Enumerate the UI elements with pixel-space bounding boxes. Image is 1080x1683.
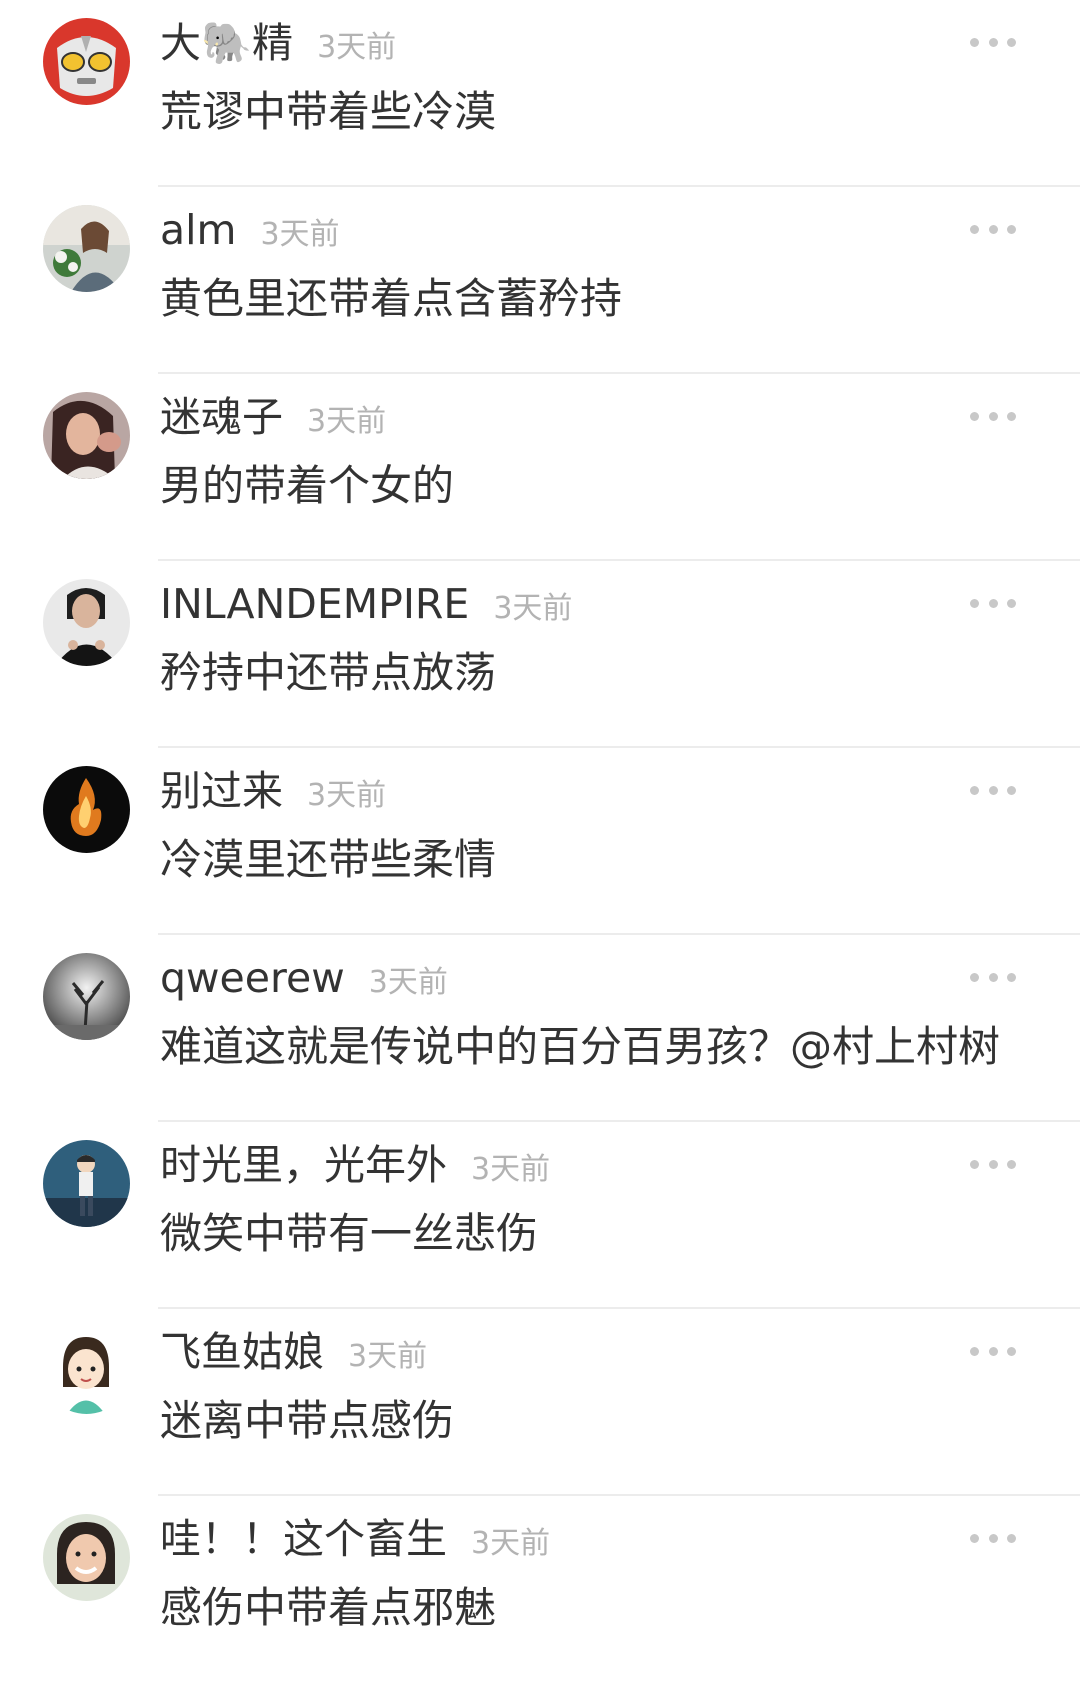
username-text[interactable]: 哇！！这个畜生 <box>160 1515 447 1563</box>
robot-hero-mask-icon <box>43 18 130 105</box>
username[interactable]: INLANDEMPIRE 3天前 <box>160 578 572 635</box>
ellipsis-icon[interactable] <box>970 1157 1016 1171</box>
comment-list: 大🐘精 3天前 荒谬中带着些冷漠 alm 3天前 黄色里还带着点含蓄矜持 迷魂子… <box>0 0 1080 1666</box>
username[interactable]: 迷魂子 3天前 <box>160 391 386 448</box>
username[interactable]: alm 3天前 <box>160 204 340 261</box>
lone-tree-photo <box>43 953 130 1040</box>
timestamp: 3天前 <box>368 965 448 1000</box>
woman-dark-portrait-photo <box>43 579 130 666</box>
fire-on-black-photo <box>43 766 130 853</box>
comment-text: 迷离中带点感伤 <box>160 1396 455 1445</box>
avatar[interactable] <box>43 766 130 853</box>
username-text[interactable]: 别过来 <box>160 767 283 815</box>
avatar[interactable] <box>43 1514 130 1601</box>
username[interactable]: qweerew 3天前 <box>160 952 448 1009</box>
cartoon-girl-illustration <box>43 1327 130 1414</box>
ellipsis-icon[interactable] <box>970 1344 1016 1358</box>
comment-item: 哇！！这个畜生 3天前 感伤中带着点邪魅 <box>0 1496 1080 1683</box>
comment-item: qweerew 3天前 难道这就是传说中的百分百男孩？@村上村树 <box>0 935 1080 1122</box>
comment-item: 大🐘精 3天前 荒谬中带着些冷漠 <box>0 0 1080 187</box>
comment-text: 矜持中还带点放荡 <box>160 648 497 697</box>
timestamp: 3天前 <box>260 217 340 252</box>
ellipsis-icon[interactable] <box>970 409 1016 423</box>
woman-with-flowers-photo <box>43 205 130 292</box>
anime-boy-illustration <box>43 1140 130 1227</box>
avatar[interactable] <box>43 1140 130 1227</box>
avatar[interactable] <box>43 392 130 479</box>
username[interactable]: 哇！！这个畜生 3天前 <box>160 1513 550 1570</box>
comment-text: 感伤中带着点邪魅 <box>160 1583 497 1632</box>
comment-item: 飞鱼姑娘 3天前 迷离中带点感伤 <box>0 1309 1080 1496</box>
avatar[interactable] <box>43 205 130 292</box>
avatar[interactable] <box>43 579 130 666</box>
smiling-woman-photo <box>43 1514 130 1601</box>
username[interactable]: 别过来 3天前 <box>160 765 386 822</box>
ellipsis-icon[interactable] <box>970 1531 1016 1545</box>
username-text[interactable]: 大🐘精 <box>160 19 293 67</box>
username[interactable]: 飞鱼姑娘 3天前 <box>160 1326 427 1383</box>
username-text[interactable]: alm <box>160 206 236 254</box>
ellipsis-icon[interactable] <box>970 783 1016 797</box>
timestamp: 3天前 <box>348 1339 428 1374</box>
comment-item: 时光里，光年外 3天前 微笑中带有一丝悲伤 <box>0 1122 1080 1309</box>
username-text[interactable]: 迷魂子 <box>160 393 283 441</box>
timestamp: 3天前 <box>317 30 397 65</box>
comment-item: INLANDEMPIRE 3天前 矜持中还带点放荡 <box>0 561 1080 748</box>
username-text[interactable]: 飞鱼姑娘 <box>160 1328 324 1376</box>
avatar[interactable] <box>43 1327 130 1414</box>
username-text[interactable]: INLANDEMPIRE <box>160 580 469 628</box>
comment-item: 迷魂子 3天前 男的带着个女的 <box>0 374 1080 561</box>
comment-text: 冷漠里还带些柔情 <box>160 835 497 884</box>
comment-text: 微笑中带有一丝悲伤 <box>160 1209 539 1258</box>
ellipsis-icon[interactable] <box>970 35 1016 49</box>
comment-text: 男的带着个女的 <box>160 461 455 510</box>
ellipsis-icon[interactable] <box>970 222 1016 236</box>
woman-portrait-photo <box>43 392 130 479</box>
comment-text: 荒谬中带着些冷漠 <box>160 87 497 136</box>
timestamp: 3天前 <box>493 591 573 626</box>
comment-text: 难道这就是传说中的百分百男孩？@村上村树 <box>160 1022 1001 1071</box>
comment-text: 黄色里还带着点含蓄矜持 <box>160 274 623 323</box>
timestamp: 3天前 <box>307 778 387 813</box>
username-text[interactable]: 时光里，光年外 <box>160 1141 447 1189</box>
username-text[interactable]: qweerew <box>160 954 345 1002</box>
comment-item: 别过来 3天前 冷漠里还带些柔情 <box>0 748 1080 935</box>
ellipsis-icon[interactable] <box>970 970 1016 984</box>
timestamp: 3天前 <box>307 404 387 439</box>
comment-item: alm 3天前 黄色里还带着点含蓄矜持 <box>0 187 1080 374</box>
username[interactable]: 时光里，光年外 3天前 <box>160 1139 550 1196</box>
username[interactable]: 大🐘精 3天前 <box>160 17 396 74</box>
timestamp: 3天前 <box>471 1526 551 1561</box>
timestamp: 3天前 <box>471 1152 551 1187</box>
avatar[interactable] <box>43 953 130 1040</box>
ellipsis-icon[interactable] <box>970 596 1016 610</box>
avatar[interactable] <box>43 18 130 105</box>
